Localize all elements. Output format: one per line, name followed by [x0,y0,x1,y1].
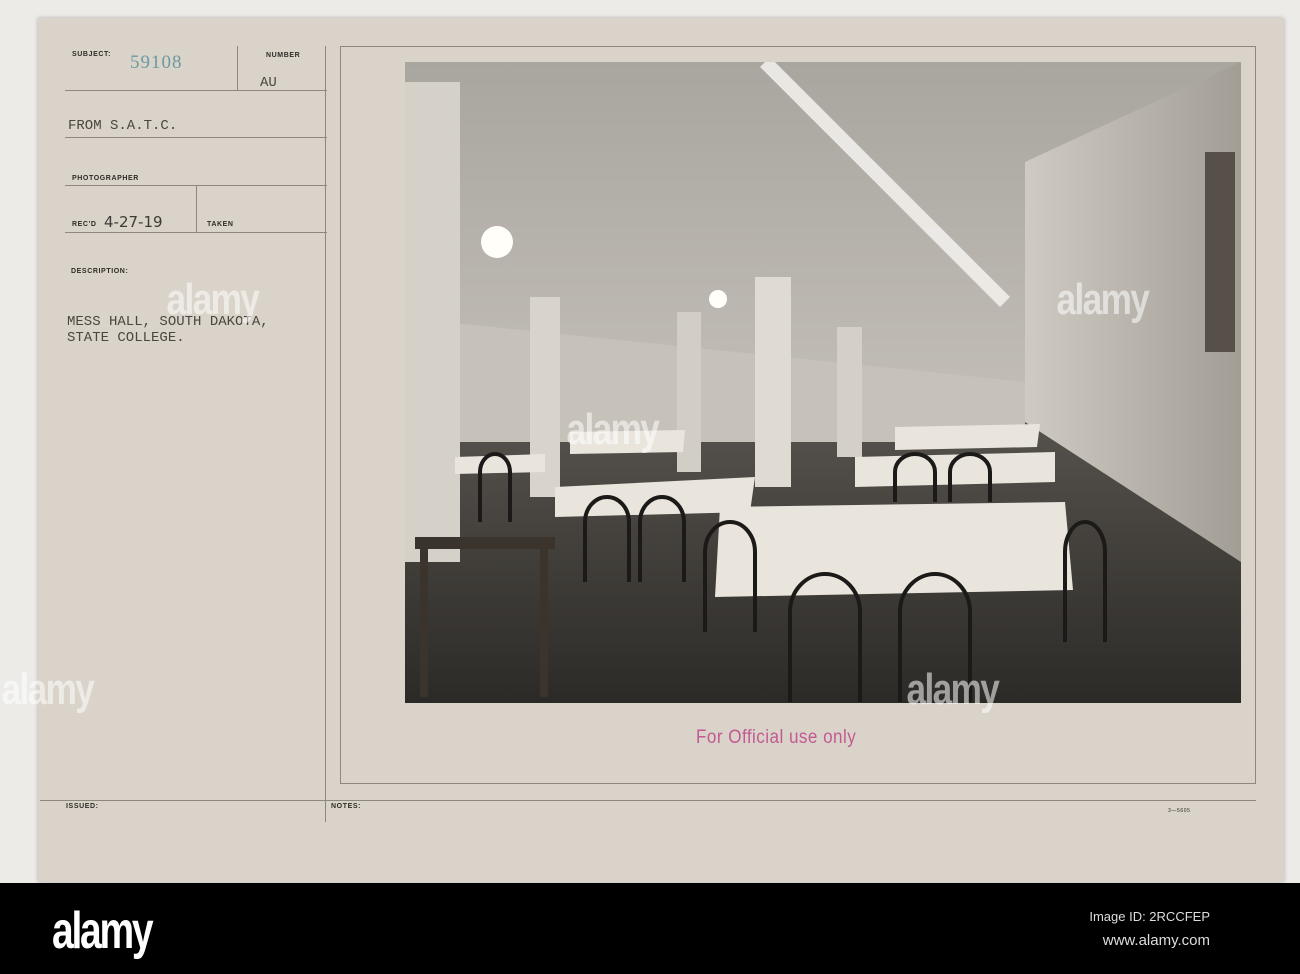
recd-date: 4-27-19 [104,213,163,231]
issued-label: ISSUED: [66,803,99,810]
description-line-2: STATE COLLEGE. [67,330,185,346]
watermark: alamy [906,665,999,714]
alamy-logo: alamy [52,902,154,960]
number-value: AU [260,75,277,91]
number-label: NUMBER [266,52,301,59]
site-url[interactable]: www.alamy.com [1089,929,1210,953]
image-id: Image ID: 2RCCFEP [1089,909,1210,924]
watermark: alamy [1,665,94,714]
taken-label: TAKEN [207,221,234,228]
watermark: alamy [1056,275,1149,324]
official-use-stamp: For Official use only [696,727,857,748]
mess-hall-photograph [405,57,1241,703]
watermark: alamy [566,405,659,454]
description-label: DESCRIPTION: [71,268,129,275]
watermark: alamy [166,275,259,324]
footer-bar: alamy Image ID: 2RCCFEP www.alamy.com [0,883,1300,974]
recd-label: REC'D [72,221,97,228]
from-field: FROM S.A.T.C. [68,118,178,134]
form-number: 3—5605 [1168,808,1191,814]
notes-label: NOTES: [331,803,362,810]
photographer-label: PHOTOGRAPHER [72,175,139,182]
subject-number: 59108 [130,52,183,73]
subject-label: SUBJECT: [72,51,112,58]
